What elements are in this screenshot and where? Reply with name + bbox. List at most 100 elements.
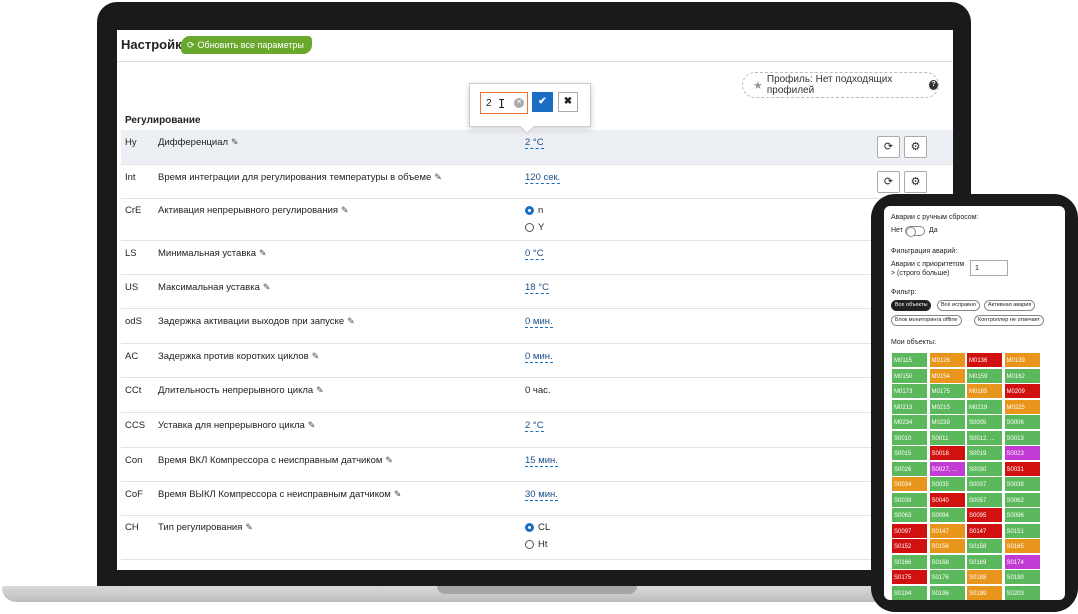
object-tile[interactable]: M0173 (891, 383, 928, 399)
parameter-value[interactable]: 2 °C (525, 137, 544, 149)
object-tile[interactable]: S0188 (966, 569, 1003, 585)
object-tile[interactable]: S0034 (891, 476, 928, 492)
object-tile[interactable]: S0012, ... (966, 429, 1003, 446)
object-tile[interactable]: S0026 (891, 460, 928, 477)
parameter-value[interactable]: 15 мин. (525, 455, 558, 467)
parameter-value[interactable]: 0 мин. (525, 351, 553, 363)
settings-parameter-button[interactable]: ⚙ (904, 136, 927, 158)
radio-option[interactable]: Ht (525, 539, 548, 550)
object-tile[interactable]: S0194 (891, 584, 928, 600)
object-tile[interactable]: M0159 (966, 367, 1003, 384)
radio-option[interactable]: Y (525, 222, 544, 233)
object-tile[interactable]: M0115 (891, 352, 928, 368)
pencil-icon[interactable]: ✎ (434, 172, 442, 183)
radio-dot[interactable] (525, 206, 534, 215)
object-tile[interactable]: M0219 (966, 398, 1003, 415)
object-tile[interactable]: S0040 (928, 491, 966, 508)
object-tile[interactable]: M0162 (1003, 367, 1041, 384)
object-tile[interactable]: S0031 (1003, 460, 1041, 477)
clear-input-icon[interactable]: ✕ (514, 98, 524, 108)
object-tile[interactable]: M0239 (928, 414, 966, 430)
object-tile[interactable]: S0062 (1003, 491, 1041, 508)
object-tile[interactable]: S0156 (928, 538, 966, 554)
object-tile[interactable]: S0015 (891, 445, 928, 461)
refresh-parameter-button[interactable]: ⟳ (877, 171, 900, 193)
pencil-icon[interactable]: ✎ (385, 455, 393, 466)
object-tile[interactable]: S0011 (928, 429, 966, 446)
object-tile[interactable]: S0018 (928, 445, 966, 461)
parameter-value[interactable]: 2 °C (525, 420, 544, 432)
manual-reset-toggle[interactable] (905, 226, 925, 237)
object-tile[interactable]: S0097 (891, 522, 928, 539)
priority-input[interactable] (970, 260, 1008, 276)
object-tile[interactable]: M0213 (891, 398, 928, 415)
object-tile[interactable]: S0169 (966, 553, 1003, 570)
settings-parameter-button[interactable]: ⚙ (904, 171, 927, 193)
cancel-button[interactable]: ✖ (558, 92, 578, 112)
object-tile[interactable]: S0147 (928, 522, 966, 539)
parameter-value[interactable]: 30 мин. (525, 489, 558, 501)
object-tile[interactable]: M0150 (891, 367, 928, 384)
object-tile[interactable]: S0152 (891, 538, 928, 554)
pencil-icon[interactable]: ✎ (316, 385, 324, 396)
pencil-icon[interactable]: ✎ (347, 316, 355, 327)
object-tile[interactable]: S0063 (891, 507, 928, 523)
radio-dot[interactable] (525, 540, 534, 549)
object-tile[interactable]: M0139 (1003, 352, 1041, 368)
object-tile[interactable]: S0166 (891, 553, 928, 570)
object-tile[interactable]: S0147 (966, 522, 1003, 539)
object-tile[interactable]: S0005 (966, 414, 1003, 430)
object-tile[interactable]: M0215 (928, 398, 966, 415)
radio-dot[interactable] (525, 223, 534, 232)
object-tile[interactable]: M0185 (966, 383, 1003, 399)
pencil-icon[interactable]: ✎ (394, 489, 402, 500)
object-tile[interactable]: S0175 (891, 569, 928, 585)
object-tile[interactable]: S0196 (928, 584, 966, 600)
radio-option[interactable]: n (525, 205, 543, 216)
object-tile[interactable]: S0095 (966, 507, 1003, 523)
parameter-value[interactable]: 18 °C (525, 282, 549, 294)
object-tile[interactable]: S0027, ... (928, 460, 966, 477)
object-tile[interactable]: S0038 (1003, 476, 1041, 492)
object-tile[interactable]: S0176 (928, 569, 966, 585)
confirm-button[interactable]: ✔ (532, 92, 553, 112)
profile-selector[interactable]: ★ Профиль: Нет подходящих профилей ? (742, 72, 939, 98)
object-tile[interactable]: M0154 (928, 367, 966, 384)
object-tile[interactable]: S0039 (891, 491, 928, 508)
pencil-icon[interactable]: ✎ (245, 522, 253, 533)
object-tile[interactable]: S0030 (966, 460, 1003, 477)
object-tile[interactable]: M0234 (891, 414, 928, 430)
parameter-value[interactable]: 120 сек. (525, 172, 561, 184)
object-tile[interactable]: S0168 (928, 553, 966, 570)
object-tile[interactable]: S0013 (1003, 429, 1041, 446)
object-tile[interactable]: S0151 (1003, 522, 1041, 539)
object-tile[interactable]: S0094 (928, 507, 966, 523)
object-tile[interactable]: S0165 (1003, 538, 1041, 554)
refresh-parameter-button[interactable]: ⟳ (877, 136, 900, 158)
refresh-all-button[interactable]: ⟳ Обновить все параметры (181, 36, 312, 54)
pencil-icon[interactable]: ✎ (259, 248, 267, 259)
help-icon[interactable]: ? (929, 80, 938, 90)
object-tile[interactable]: S0096 (1003, 507, 1041, 523)
pencil-icon[interactable]: ✎ (231, 137, 239, 148)
object-tile[interactable]: S0199 (966, 584, 1003, 600)
object-tile[interactable]: S0019 (966, 445, 1003, 461)
object-tile[interactable]: M0126 (928, 352, 966, 368)
pencil-icon[interactable]: ✎ (263, 282, 271, 293)
filter-chip-offline[interactable]: Блок мониторинга offline (891, 315, 962, 326)
filter-chip-alarm[interactable]: Активная авария (984, 300, 1036, 311)
radio-dot[interactable] (525, 523, 534, 532)
filter-chip-all[interactable]: Все объекты (891, 300, 932, 311)
parameter-value[interactable]: 0 мин. (525, 316, 553, 328)
object-tile[interactable]: S0158 (966, 538, 1003, 554)
pencil-icon[interactable]: ✎ (341, 205, 349, 216)
object-tile[interactable]: S0035 (928, 476, 966, 492)
object-tile[interactable]: M0209 (1003, 383, 1041, 399)
object-tile[interactable]: S0037 (966, 476, 1003, 492)
radio-option[interactable]: CL (525, 522, 550, 533)
object-tile[interactable]: S0057 (966, 491, 1003, 508)
object-tile[interactable]: S0023 (1003, 445, 1041, 461)
parameter-value[interactable]: 0 °C (525, 248, 544, 260)
object-tile[interactable]: M0175 (928, 383, 966, 399)
object-tile[interactable]: S0190 (1003, 569, 1041, 585)
